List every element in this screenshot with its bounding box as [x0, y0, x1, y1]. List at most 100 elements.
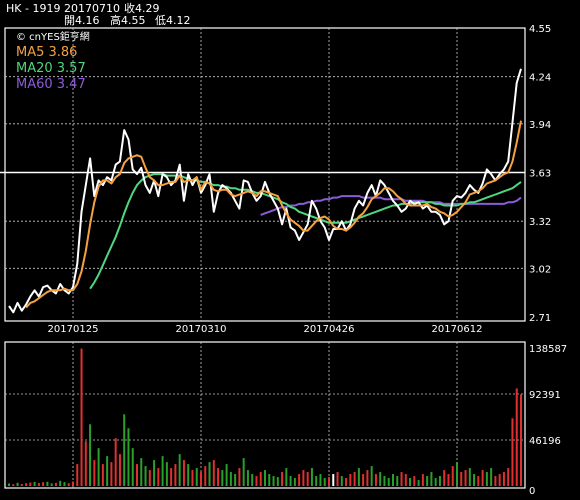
- price-y-tick-label: 3.94: [529, 120, 551, 131]
- volume-bar: [430, 472, 433, 486]
- header-high: 高4.55: [110, 14, 146, 27]
- volume-bar: [131, 448, 134, 486]
- volume-bar: [374, 474, 377, 486]
- volume-bar: [16, 482, 19, 486]
- volume-bar: [490, 468, 493, 486]
- volume-bar: [80, 348, 83, 486]
- volume-bar: [281, 472, 284, 486]
- volume-bar: [255, 476, 258, 486]
- volume-bar: [473, 474, 476, 486]
- price-x-ticks: 20170125 20170310 20170426 20170612: [48, 324, 483, 335]
- copyright-text: © cnYES鉅亨網: [16, 30, 90, 43]
- volume-bar: [494, 476, 497, 486]
- volume-panel-frame: [4, 341, 526, 489]
- price-y-tick-label: 4.55: [529, 24, 551, 35]
- legend-ma60: MA60 3.47: [16, 77, 86, 92]
- price-y-tick-label: 4.24: [529, 73, 551, 84]
- volume-bar: [161, 456, 164, 486]
- legend-ma5: MA5 3.86: [16, 45, 77, 60]
- volume-bar: [481, 470, 484, 486]
- volume-bar: [123, 414, 126, 486]
- volume-bar: [421, 474, 424, 486]
- volume-bar: [72, 481, 74, 486]
- volume-bar: [246, 470, 249, 486]
- volume-bar: [238, 468, 241, 486]
- volume-bar: [114, 438, 117, 486]
- volume-bar: [520, 394, 522, 486]
- volume-bar: [144, 466, 147, 486]
- price-y-ticks: 4.55 4.24 3.94 3.63 3.32 3.02 2.71: [529, 24, 551, 324]
- volume-bar: [212, 460, 215, 486]
- volume-y-tick-label: 138587: [529, 344, 567, 355]
- volume-bar: [110, 462, 113, 486]
- volume-bar: [12, 484, 15, 486]
- volume-bar: [302, 470, 305, 486]
- volume-bar: [276, 477, 279, 486]
- volume-bar: [426, 476, 429, 486]
- volume-bar: [264, 470, 266, 486]
- volume-bar: [97, 448, 100, 486]
- volume-bar: [396, 476, 399, 486]
- volume-bar: [191, 470, 194, 486]
- volume-bar: [174, 464, 177, 486]
- volume-bar: [165, 462, 168, 486]
- volume-bar: [332, 474, 335, 486]
- volume-bar: [366, 470, 369, 486]
- volume-bar: [485, 472, 488, 486]
- volume-bar: [59, 480, 62, 486]
- volume-bar: [507, 468, 510, 486]
- stock-chart: 4.554.243.943.633.323.022.71 20170125 201…: [0, 24, 567, 497]
- volume-bar: [438, 476, 441, 486]
- volume-bar: [93, 460, 96, 486]
- volume-y-tick-label: 0: [529, 486, 535, 497]
- volume-bar: [268, 474, 271, 486]
- volume-bar: [33, 481, 36, 486]
- volume-bar: [310, 468, 313, 486]
- volume-bar: [464, 470, 467, 486]
- volume-bar: [353, 472, 356, 486]
- volume-bar: [460, 472, 463, 486]
- volume-bar: [336, 472, 339, 486]
- price-x-tick-label: 20170612: [432, 324, 483, 335]
- volume-y-tick-label: 92391: [529, 390, 561, 401]
- volume-bar: [323, 478, 326, 486]
- volume-bar: [451, 466, 454, 486]
- volume-bar: [328, 477, 330, 486]
- volume-bar: [63, 482, 66, 486]
- volume-bar: [349, 474, 352, 486]
- volume-y-tick-label: 46196: [529, 436, 561, 447]
- volume-bar: [127, 428, 130, 486]
- volume-bar: [306, 472, 309, 486]
- legend-ma20: MA20 3.57: [16, 61, 86, 76]
- volume-bar: [229, 472, 232, 486]
- price-x-tick-label: 20170125: [48, 324, 99, 335]
- volume-bar: [46, 481, 49, 486]
- volume-bar: [89, 424, 92, 486]
- volume-bar: [400, 472, 403, 486]
- volume-bar: [67, 483, 70, 486]
- volume-bar: [456, 462, 458, 486]
- volume-bar: [153, 460, 156, 486]
- volume-bar: [178, 454, 181, 486]
- volume-bar: [272, 476, 275, 486]
- volume-bar: [157, 468, 160, 486]
- volume-bar: [515, 388, 518, 486]
- volume-bar: [101, 464, 104, 486]
- volume-bar: [370, 466, 373, 486]
- volume-bar: [413, 476, 416, 486]
- volume-bar: [259, 472, 262, 486]
- volume-bar: [140, 458, 143, 486]
- header-open: 開4.16: [64, 14, 100, 27]
- volume-bar: [42, 482, 45, 486]
- volume-bar: [251, 474, 254, 486]
- volume-bar: [468, 468, 471, 486]
- volume-bar: [221, 470, 224, 486]
- volume-bar: [392, 474, 394, 486]
- volume-bar: [409, 478, 412, 486]
- volume-bar: [136, 464, 138, 486]
- volume-bar: [289, 476, 292, 486]
- volume-y-ticks: 138587 92391 46196 0: [529, 344, 567, 497]
- volume-bar: [170, 468, 173, 486]
- volume-bar: [242, 458, 245, 486]
- volume-bar: [208, 462, 211, 486]
